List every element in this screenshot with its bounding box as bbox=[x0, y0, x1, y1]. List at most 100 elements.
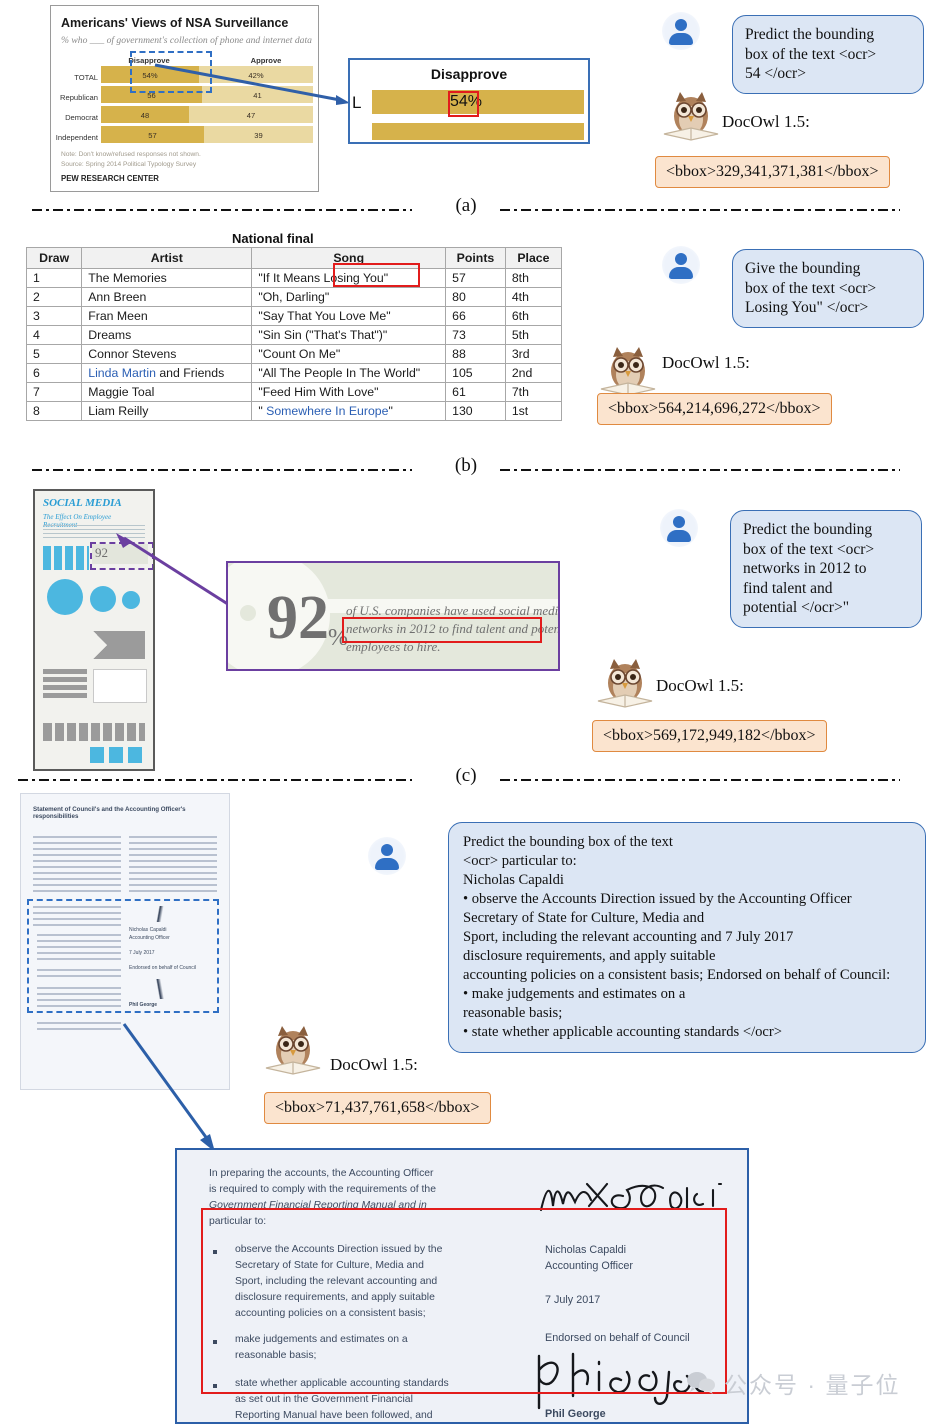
section-divider-a: (a) bbox=[0, 195, 932, 220]
zoom-panel-a-bar-2 bbox=[372, 123, 584, 140]
artist-rest: and Friends bbox=[155, 366, 225, 380]
docowl-label-c: DocOwl 1.5: bbox=[656, 676, 744, 695]
infographic-bar-list bbox=[43, 669, 87, 701]
doc-col-left-paragraph bbox=[33, 836, 121, 894]
pew-note-2: Source: Spring 2014 Political Typology S… bbox=[61, 161, 197, 168]
zoom-panel-a-marker: L bbox=[352, 93, 362, 112]
zoom-c-highlight-box bbox=[342, 617, 542, 643]
cell-points: 130 bbox=[445, 401, 506, 421]
docowl-mascot-a bbox=[660, 90, 722, 144]
document-heading: Statement of Council's and the Accountin… bbox=[33, 806, 186, 820]
docowl-label-d: DocOwl 1.5: bbox=[330, 1055, 418, 1074]
cell-points: 88 bbox=[445, 344, 506, 364]
divider-dash-left-c bbox=[18, 779, 412, 781]
avatar-body-icon bbox=[669, 267, 693, 279]
answer-box-c: <bbox>569,172,949,182</bbox> bbox=[592, 720, 827, 752]
pew-row-label-independent: Independent bbox=[55, 133, 98, 142]
divider-dash-left-b bbox=[32, 469, 412, 471]
cell-artist: Fran Meen bbox=[81, 306, 253, 326]
zoom-c-dot-decor bbox=[240, 605, 256, 621]
artist-link[interactable]: Linda Martin bbox=[88, 366, 156, 380]
question-bubble-d: Predict the bounding box of the text <oc… bbox=[448, 822, 926, 1053]
table-row: 3 Fran Meen "Say That You Love Me" 66 6t… bbox=[25, 306, 563, 326]
cell-song: "Sin Sin ("That's That")" bbox=[251, 325, 447, 345]
pew-brand: PEW RESEARCH CENTER bbox=[61, 174, 159, 183]
doc-zoom-highlight-box bbox=[201, 1208, 727, 1394]
th-points: Points bbox=[445, 247, 506, 269]
infographic-hex-row bbox=[90, 747, 145, 763]
cell-song: "Feed Him With Love" bbox=[251, 382, 447, 402]
infographic-icon-grid bbox=[43, 546, 89, 570]
user-avatar-b bbox=[662, 246, 700, 284]
cell-artist: Linda Martin and Friends bbox=[81, 363, 253, 383]
cell-song: "Oh, Darling" bbox=[251, 287, 447, 307]
song-quote-pre: " bbox=[258, 404, 267, 418]
table-title-b: National final bbox=[232, 231, 314, 246]
cell-place: 5th bbox=[504, 325, 563, 345]
docowl-label-a: DocOwl 1.5: bbox=[722, 112, 810, 131]
avatar-body-icon bbox=[669, 33, 693, 45]
infographic-mountain-chart bbox=[43, 631, 145, 659]
section-divider-c: (c) bbox=[0, 765, 932, 790]
cell-draw: 4 bbox=[25, 325, 83, 345]
question-bubble-b: Give the bounding box of the text <ocr> … bbox=[732, 249, 924, 328]
cell-artist: Ann Breen bbox=[81, 287, 253, 307]
doc-zoom-b3-l3: Reporting Manual have been followed, and bbox=[235, 1410, 433, 1421]
zoom-panel-c: 92 % of U.S. companies have used social … bbox=[226, 561, 560, 671]
cell-place: 7th bbox=[504, 382, 563, 402]
cell-draw: 3 bbox=[25, 306, 83, 326]
song-link[interactable]: Somewhere In Europe bbox=[266, 404, 388, 418]
pew-value-disapprove-independent: 57 bbox=[148, 131, 157, 140]
cell-place: 3rd bbox=[504, 344, 563, 364]
cell-song: "Say That You Love Me" bbox=[251, 306, 447, 326]
cell-place: 2nd bbox=[504, 363, 563, 383]
table-header-row: Draw Artist Song Points Place bbox=[25, 247, 563, 269]
pew-note-1: Note: Don't know/refused responses not s… bbox=[61, 151, 201, 158]
docowl-mascot-b bbox=[597, 345, 659, 399]
infographic-circle-1 bbox=[47, 579, 83, 615]
infographic-title: SOCIAL MEDIA bbox=[43, 497, 122, 509]
avatar-head-icon bbox=[673, 516, 685, 528]
zoom-panel-a: Disapprove 54% bbox=[348, 58, 590, 144]
cell-place: 1st bbox=[504, 401, 563, 421]
cell-artist: Liam Reilly bbox=[81, 401, 253, 421]
cell-points: 66 bbox=[445, 306, 506, 326]
table-row: 8 Liam Reilly " Somewhere In Europe" 130… bbox=[25, 401, 563, 421]
avatar-head-icon bbox=[381, 844, 393, 856]
section-divider-b: (b) bbox=[0, 455, 932, 480]
cell-artist: Connor Stevens bbox=[81, 344, 253, 364]
pew-row-label-republican: Republican bbox=[60, 93, 98, 102]
table-row: 6 Linda Martin and Friends "All The Peop… bbox=[25, 363, 563, 383]
doc-zoom-intro-1: In preparing the accounts, the Accountin… bbox=[209, 1168, 434, 1179]
zoom-panel-a-highlight-box bbox=[448, 91, 479, 117]
cell-draw: 7 bbox=[25, 382, 83, 402]
divider-dash-right-b bbox=[500, 469, 900, 471]
cell-place: 4th bbox=[504, 287, 563, 307]
docowl-mascot-c bbox=[594, 657, 656, 711]
docowl-label-b: DocOwl 1.5: bbox=[662, 353, 750, 372]
section-label-c: (c) bbox=[455, 765, 477, 786]
divider-dash-left-a bbox=[32, 209, 412, 211]
cell-draw: 8 bbox=[25, 401, 83, 421]
section-label-a: (a) bbox=[455, 195, 477, 216]
cell-points: 73 bbox=[445, 325, 506, 345]
divider-dash-right-c bbox=[500, 779, 900, 781]
table-row: 1 The Memories "If It Means Losing You" … bbox=[25, 268, 563, 288]
pew-row-label-total: TOTAL bbox=[74, 73, 98, 82]
table-highlight-box-b bbox=[333, 263, 420, 287]
cell-points: 105 bbox=[445, 363, 506, 383]
cell-draw: 1 bbox=[25, 268, 83, 288]
doc-zoom-intro-2: is required to comply with the requireme… bbox=[209, 1184, 436, 1195]
cell-place: 8th bbox=[504, 268, 563, 288]
cell-draw: 5 bbox=[25, 344, 83, 364]
cell-artist: Maggie Toal bbox=[81, 382, 253, 402]
avatar-head-icon bbox=[675, 19, 687, 31]
docowl-mascot-d bbox=[262, 1024, 324, 1078]
user-avatar-d bbox=[368, 837, 406, 875]
infographic-people-row bbox=[43, 723, 145, 741]
cell-song: "All The People In The World" bbox=[251, 363, 447, 383]
cell-artist: Dreams bbox=[81, 325, 253, 345]
cell-points: 61 bbox=[445, 382, 506, 402]
th-artist: Artist bbox=[81, 247, 253, 269]
national-final-table: Draw Artist Song Points Place 1 The Memo… bbox=[25, 247, 563, 421]
